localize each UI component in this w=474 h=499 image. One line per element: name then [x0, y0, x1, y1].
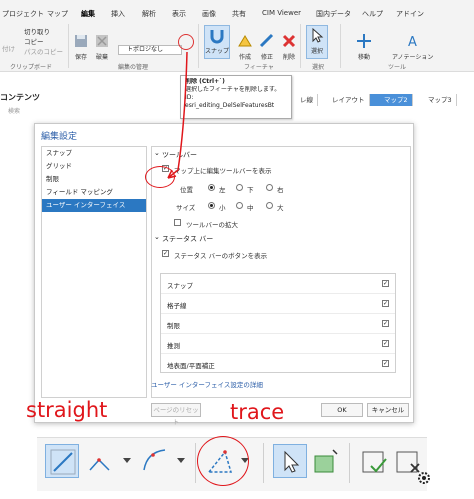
edit-toolbar: [37, 436, 427, 491]
pointer-tool[interactable]: [273, 444, 307, 478]
right-angle-tool[interactable]: [85, 444, 119, 478]
vertices-icon: [314, 449, 338, 473]
chevron-down-icon[interactable]: [177, 458, 185, 463]
vertices-tool[interactable]: [309, 444, 343, 478]
toolbar-separator: [349, 443, 350, 483]
right-angle-icon: [89, 458, 110, 471]
toolbar-separator: [263, 443, 264, 483]
arc-tool[interactable]: [139, 444, 173, 478]
toolbar-separator: [195, 443, 196, 483]
line-segment-icon: [50, 449, 76, 475]
finish-sketch-button[interactable]: [357, 444, 391, 478]
annotation-arrow-icon: [167, 51, 188, 179]
trace-highlight-ring: [197, 436, 249, 486]
pointer-icon: [284, 450, 300, 473]
arc-icon: [143, 449, 166, 471]
gear-icon[interactable]: [416, 470, 432, 486]
finish-sketch-icon: [362, 451, 387, 473]
line-segment-tool[interactable]: [45, 444, 79, 478]
chevron-down-icon[interactable]: [123, 458, 131, 463]
